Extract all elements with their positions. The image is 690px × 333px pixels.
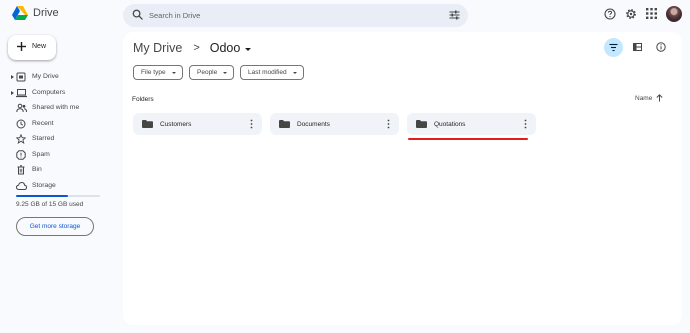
breadcrumb-current-folder[interactable]: Odoo <box>210 41 241 55</box>
expand-arrow-icon[interactable] <box>11 75 14 79</box>
search-input[interactable] <box>149 4 429 27</box>
sort-control[interactable]: Name <box>635 94 663 102</box>
filter-label: File type <box>141 69 166 76</box>
filter-lines-icon <box>609 43 618 52</box>
more-actions-icon[interactable] <box>250 119 253 129</box>
more-actions-icon[interactable] <box>524 119 527 129</box>
sidebar-item-label: Recent <box>32 119 54 127</box>
settings-gear-icon[interactable] <box>625 8 637 20</box>
dropdown-arrow-icon <box>171 71 176 74</box>
search-icon[interactable] <box>132 9 143 20</box>
main-content: My Drive > Odoo File type People Last mo… <box>123 32 682 325</box>
sidebar-item-label: Bin <box>32 166 42 173</box>
storage-usage-fill <box>16 195 68 197</box>
folder-card[interactable]: Documents <box>270 113 399 135</box>
folder-name: Documents <box>297 120 330 128</box>
filter-last-modified[interactable]: Last modified <box>240 65 304 80</box>
dropdown-arrow-icon <box>223 71 228 74</box>
folder-menu-caret-icon[interactable] <box>245 47 252 51</box>
filter-label: Last modified <box>248 69 287 76</box>
search-bar[interactable] <box>123 4 468 27</box>
folder-icon <box>279 120 290 128</box>
list-view-toggle[interactable] <box>604 38 623 57</box>
clock-icon <box>16 119 26 128</box>
get-more-storage-button[interactable]: Get more storage <box>16 217 94 236</box>
folder-card[interactable]: Customers <box>133 113 262 135</box>
trash-icon <box>17 165 25 175</box>
storage-usage-bar <box>16 195 100 197</box>
dropdown-arrow-icon <box>292 71 297 74</box>
storage-usage-text: 9.25 GB of 15 GB used <box>16 201 84 208</box>
sidebar-item-label: Starred <box>32 135 55 142</box>
folder-name: Customers <box>160 120 192 128</box>
sidebar-item-label: Spam <box>32 150 50 158</box>
plus-icon <box>17 42 26 51</box>
spam-icon <box>16 149 26 160</box>
folder-name: Quotations <box>434 120 466 128</box>
folder-icon <box>142 120 153 128</box>
breadcrumb: My Drive > Odoo <box>133 40 252 56</box>
sidebar-item-label: Storage <box>32 181 56 189</box>
sidebar-item-bin[interactable]: Bin <box>0 162 115 177</box>
sidebar-item-computers[interactable]: Computers <box>0 85 115 100</box>
sort-label: Name <box>635 94 653 102</box>
sidebar-item-shared-with-me[interactable]: Shared with me <box>0 100 115 115</box>
folder-icon <box>416 120 427 128</box>
drive-logo[interactable]: Drive <box>12 6 59 20</box>
sort-arrow-up-icon[interactable] <box>656 94 663 102</box>
folder-card[interactable]: Quotations <box>407 113 536 135</box>
folders-section-title: Folders <box>132 96 154 103</box>
sidebar-item-spam[interactable]: Spam <box>0 147 115 162</box>
sidebar-item-recent[interactable]: Recent <box>0 116 115 131</box>
top-bar: Drive <box>0 0 690 32</box>
cloud-icon <box>16 181 27 190</box>
account-avatar[interactable] <box>666 6 682 22</box>
filter-people[interactable]: People <box>189 65 235 80</box>
people-icon <box>16 103 27 113</box>
info-icon[interactable] <box>656 42 666 52</box>
grid-view-icon[interactable] <box>633 43 642 51</box>
app-name: Drive <box>33 7 59 19</box>
breadcrumb-separator: > <box>193 42 200 54</box>
highlight-underline <box>408 138 528 140</box>
breadcrumb-my-drive[interactable]: My Drive <box>133 41 182 55</box>
sidebar-item-storage[interactable]: Storage <box>0 178 115 193</box>
more-actions-icon[interactable] <box>387 119 390 129</box>
my-drive-icon <box>16 72 26 82</box>
computer-icon <box>16 88 27 97</box>
sidebar-item-label: My Drive <box>32 73 59 80</box>
apps-grid-icon[interactable] <box>646 8 657 19</box>
drive-logo-icon <box>12 6 28 20</box>
sidebar-item-label: Computers <box>32 88 66 96</box>
sidebar-item-my-drive[interactable]: My Drive <box>0 69 115 84</box>
sidebar-item-starred[interactable]: Starred <box>0 131 115 146</box>
filter-label: People <box>197 69 218 76</box>
search-options-icon[interactable] <box>449 10 460 20</box>
expand-arrow-icon[interactable] <box>11 90 14 95</box>
star-icon <box>16 134 26 144</box>
help-icon[interactable] <box>604 8 616 20</box>
filter-file-type[interactable]: File type <box>133 65 183 80</box>
sidebar-item-label: Shared with me <box>32 104 80 111</box>
new-button[interactable]: New <box>8 35 56 60</box>
new-button-label: New <box>32 43 47 50</box>
